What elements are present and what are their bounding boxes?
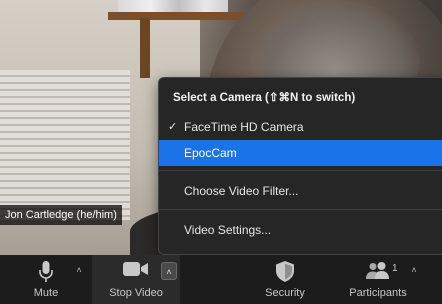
video-options-chevron-icon[interactable]: ˄ (161, 262, 177, 280)
menu-item-label: Choose Video Filter... (184, 184, 299, 198)
checkmark-icon: ✓ (168, 121, 178, 133)
participant-name-tag: Jon Cartledge (he/him) (0, 205, 122, 225)
video-camera-icon (123, 261, 149, 280)
chevron-up-icon[interactable]: ˄ (408, 263, 420, 277)
menu-divider (159, 209, 442, 210)
security-label: Security (265, 287, 305, 299)
microphone-icon (39, 261, 53, 286)
participants-label: Participants (349, 287, 407, 299)
menu-item-label: FaceTime HD Camera (184, 120, 304, 134)
menu-divider (159, 170, 442, 171)
mute-label: Mute (33, 287, 59, 299)
shelf-bracket (140, 18, 150, 78)
menu-item-video-settings[interactable]: Video Settings... (159, 217, 442, 243)
shelf-items (118, 0, 228, 12)
menu-item-label: Video Settings... (184, 223, 272, 237)
menu-item-facetime-camera[interactable]: ✓ FaceTime HD Camera (159, 114, 442, 140)
shield-icon (276, 261, 294, 285)
stop-video-label: Stop Video (109, 287, 163, 299)
shelf (108, 12, 258, 20)
menu-item-epoccam[interactable]: EpocCam (159, 140, 442, 166)
meeting-toolbar: Mute ˄ Stop Video ˄ Security Participant… (0, 255, 442, 304)
menu-item-choose-video-filter[interactable]: Choose Video Filter... (159, 178, 442, 204)
participants-count: 1 (392, 263, 398, 274)
chevron-up-icon[interactable]: ˄ (73, 263, 85, 277)
camera-menu-header: Select a Camera (⇧⌘N to switch) (173, 92, 356, 104)
people-icon (365, 261, 391, 282)
window-blind (0, 70, 130, 220)
mute-button[interactable]: Mute (24, 255, 68, 304)
security-button[interactable]: Security (255, 255, 315, 304)
menu-item-label: EpocCam (184, 146, 237, 160)
camera-menu: Select a Camera (⇧⌘N to switch) ✓ FaceTi… (158, 77, 442, 255)
